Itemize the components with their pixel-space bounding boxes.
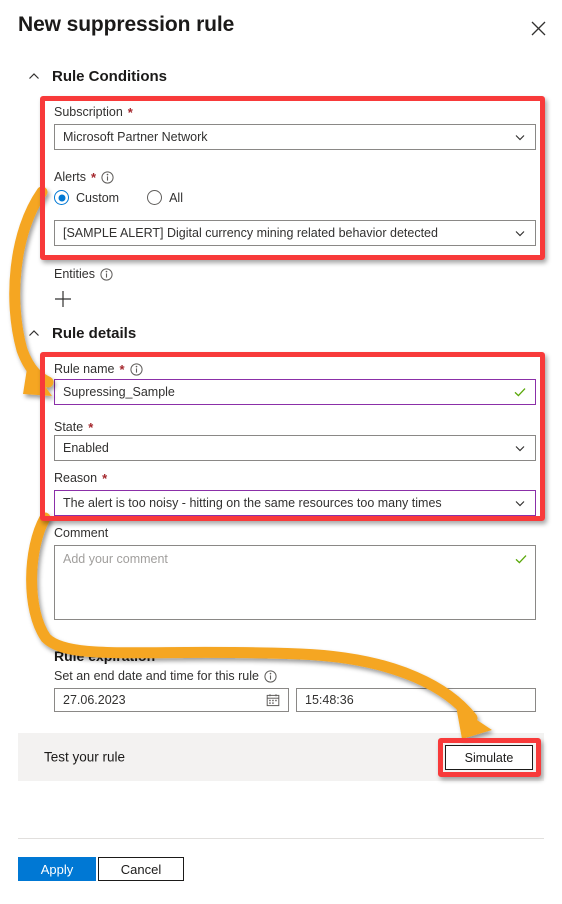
checkmark-icon — [513, 385, 527, 399]
entities-label-text: Entities — [54, 267, 95, 281]
rule-expiration-subtitle-text: Set an end date and time for this rule — [54, 669, 259, 683]
alerts-label-text: Alerts — [54, 170, 86, 184]
simulate-button[interactable]: Simulate — [445, 745, 533, 770]
info-icon[interactable] — [100, 267, 113, 281]
reason-dropdown[interactable]: The alert is too noisy - hitting on the … — [54, 490, 536, 516]
reason-label: Reason * — [54, 471, 107, 485]
chevron-down-icon — [513, 496, 527, 510]
page-title: New suppression rule — [18, 13, 235, 36]
info-icon[interactable] — [129, 362, 143, 376]
comment-label-text: Comment — [54, 526, 109, 540]
checkmark-icon — [514, 552, 528, 566]
rule-name-label-text: Rule name — [54, 362, 115, 376]
required-asterisk: * — [90, 169, 97, 185]
alerts-label: Alerts * — [54, 170, 114, 184]
subscription-label: Subscription * — [54, 105, 133, 119]
radio-indicator — [147, 190, 163, 205]
arrow-alerts-to-rule-name — [9, 186, 54, 396]
apply-button[interactable]: Apply — [18, 857, 96, 881]
state-label: State * — [54, 420, 93, 434]
expiration-date-value: 27.06.2023 — [63, 693, 126, 707]
radio-all-label: All — [169, 190, 183, 205]
radio-custom[interactable]: Custom — [54, 190, 119, 205]
reason-value: The alert is too noisy - hitting on the … — [63, 496, 442, 510]
close-icon[interactable] — [522, 12, 554, 44]
state-value: Enabled — [63, 441, 109, 455]
required-asterisk: * — [102, 470, 108, 486]
alerts-value: [SAMPLE ALERT] Digital currency mining r… — [63, 226, 438, 240]
info-icon[interactable] — [264, 669, 277, 683]
expiration-time-value: 15:48:36 — [305, 693, 354, 707]
rule-expiration-subtitle: Set an end date and time for this rule — [54, 669, 277, 683]
section-header-rule-conditions[interactable]: Rule Conditions — [28, 68, 167, 85]
chevron-down-icon — [513, 130, 527, 144]
add-entity-button[interactable] — [52, 288, 74, 310]
rule-name-value: Supressing_Sample — [63, 385, 175, 399]
radio-all[interactable]: All — [147, 190, 183, 205]
subscription-value: Microsoft Partner Network — [63, 130, 208, 144]
comment-label: Comment — [54, 526, 108, 540]
entities-label: Entities — [54, 267, 113, 281]
chevron-down-icon — [513, 441, 527, 455]
expiration-time-input[interactable]: 15:48:36 — [296, 688, 536, 712]
subscription-dropdown[interactable]: Microsoft Partner Network — [54, 124, 536, 150]
expiration-date-input[interactable]: 27.06.2023 — [54, 688, 289, 712]
cancel-button[interactable]: Cancel — [98, 857, 184, 881]
info-icon[interactable] — [101, 170, 114, 184]
comment-textarea[interactable]: Add your comment — [54, 545, 536, 620]
rule-name-label: Rule name * — [54, 362, 143, 376]
state-label-text: State — [54, 420, 84, 434]
plus-icon — [55, 291, 71, 307]
radio-custom-label: Custom — [76, 190, 120, 205]
state-dropdown[interactable]: Enabled — [54, 435, 536, 461]
new-suppression-rule-panel: New suppression rule Rule Conditions Sub… — [0, 0, 562, 904]
alerts-radio-group: Custom All — [54, 190, 183, 205]
section-header-rule-details[interactable]: Rule details — [28, 325, 136, 342]
subscription-label-text: Subscription — [54, 105, 123, 119]
section-label: Rule Conditions — [52, 68, 167, 85]
chevron-up-icon — [28, 71, 40, 83]
required-asterisk: * — [119, 361, 125, 377]
chevron-up-icon — [28, 328, 40, 340]
required-asterisk: * — [127, 104, 133, 120]
alerts-dropdown[interactable]: [SAMPLE ALERT] Digital currency mining r… — [54, 220, 536, 246]
comment-placeholder: Add your comment — [63, 552, 168, 566]
calendar-icon[interactable] — [266, 693, 280, 707]
radio-indicator — [54, 190, 69, 205]
section-label: Rule details — [52, 325, 137, 342]
required-asterisk: * — [88, 419, 94, 435]
footer-divider — [18, 838, 544, 839]
test-rule-label: Test your rule — [44, 749, 126, 765]
rule-expiration-title: Rule expiration — [54, 648, 156, 664]
chevron-down-icon — [513, 226, 527, 240]
reason-label-text: Reason — [54, 471, 98, 485]
rule-name-input[interactable]: Supressing_Sample — [54, 379, 536, 405]
